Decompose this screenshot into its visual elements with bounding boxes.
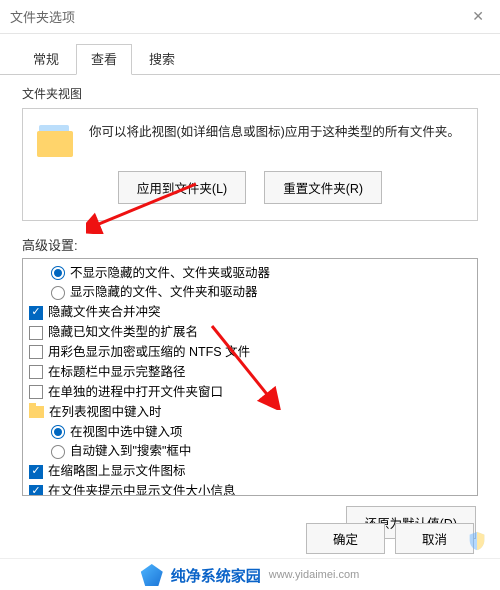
list-item[interactable]: 在标题栏中显示完整路径 <box>25 362 475 382</box>
list-item[interactable]: 在列表视图中键入时 <box>25 402 475 422</box>
item-label: 在单独的进程中打开文件夹窗口 <box>48 384 223 401</box>
item-label: 在标题栏中显示完整路径 <box>48 364 186 381</box>
folder-views-description: 你可以将此视图(如详细信息或图标)应用于这种类型的所有文件夹。 <box>89 123 460 157</box>
watermark: 纯净系统家园 www.yidaimei.com <box>0 558 500 590</box>
item-label: 在文件夹提示中显示文件大小信息 <box>48 483 236 496</box>
item-label: 在列表视图中键入时 <box>49 404 162 421</box>
watermark-url: www.yidaimei.com <box>269 569 359 581</box>
reset-folders-button[interactable]: 重置文件夹(R) <box>264 171 382 204</box>
uac-shield-icon <box>466 530 488 552</box>
cancel-button[interactable]: 取消 <box>395 523 474 554</box>
folder-views-heading: 文件夹视图 <box>22 85 478 102</box>
list-item[interactable]: 自动键入到"搜索"框中 <box>25 442 475 462</box>
list-item[interactable]: 用彩色显示加密或压缩的 NTFS 文件 <box>25 343 475 363</box>
list-item[interactable]: 在缩略图上显示文件图标 <box>25 462 475 482</box>
item-label: 在视图中选中键入项 <box>70 424 183 441</box>
radio[interactable] <box>51 266 65 280</box>
list-item[interactable]: 不显示隐藏的文件、文件夹或驱动器 <box>25 263 475 283</box>
list-item[interactable]: 在文件夹提示中显示文件大小信息 <box>25 482 475 496</box>
apply-to-folders-button[interactable]: 应用到文件夹(L) <box>118 171 246 204</box>
checkbox[interactable] <box>29 385 43 399</box>
advanced-settings-list[interactable]: 不显示隐藏的文件、文件夹或驱动器显示隐藏的文件、文件夹和驱动器隐藏文件夹合并冲突… <box>22 258 478 496</box>
folder-icon <box>37 123 75 157</box>
folder-views-group: 你可以将此视图(如详细信息或图标)应用于这种类型的所有文件夹。 应用到文件夹(L… <box>22 108 478 221</box>
checkbox[interactable] <box>29 306 43 320</box>
item-label: 用彩色显示加密或压缩的 NTFS 文件 <box>48 344 250 361</box>
list-item[interactable]: 隐藏文件夹合并冲突 <box>25 303 475 323</box>
checkbox[interactable] <box>29 365 43 379</box>
list-item[interactable]: 隐藏已知文件类型的扩展名 <box>25 323 475 343</box>
list-item[interactable]: 显示隐藏的文件、文件夹和驱动器 <box>25 283 475 303</box>
item-label: 隐藏文件夹合并冲突 <box>48 304 161 321</box>
watermark-logo-icon <box>141 564 163 586</box>
item-label: 在缩略图上显示文件图标 <box>48 463 186 480</box>
ok-button[interactable]: 确定 <box>306 523 385 554</box>
tab-view[interactable]: 查看 <box>76 44 132 75</box>
item-label: 显示隐藏的文件、文件夹和驱动器 <box>70 284 258 301</box>
item-label: 自动键入到"搜索"框中 <box>70 443 191 460</box>
window-title: 文件夹选项 <box>10 7 75 26</box>
item-label: 不显示隐藏的文件、文件夹或驱动器 <box>70 265 270 282</box>
item-label: 隐藏已知文件类型的扩展名 <box>48 324 198 341</box>
tab-general[interactable]: 常规 <box>18 44 74 74</box>
list-item[interactable]: 在视图中选中键入项 <box>25 422 475 442</box>
checkbox[interactable] <box>29 485 43 496</box>
radio[interactable] <box>51 425 65 439</box>
checkbox[interactable] <box>29 326 43 340</box>
close-icon[interactable]: ✕ <box>466 6 490 27</box>
advanced-settings-heading: 高级设置: <box>22 235 478 254</box>
radio[interactable] <box>51 286 65 300</box>
checkbox[interactable] <box>29 465 43 479</box>
list-item[interactable]: 在单独的进程中打开文件夹窗口 <box>25 382 475 402</box>
radio[interactable] <box>51 445 65 459</box>
folder-node-icon <box>29 406 44 418</box>
watermark-brand: 纯净系统家园 <box>171 565 261 586</box>
tab-strip: 常规 查看 搜索 <box>0 34 500 75</box>
checkbox[interactable] <box>29 345 43 359</box>
tab-search[interactable]: 搜索 <box>134 44 190 74</box>
